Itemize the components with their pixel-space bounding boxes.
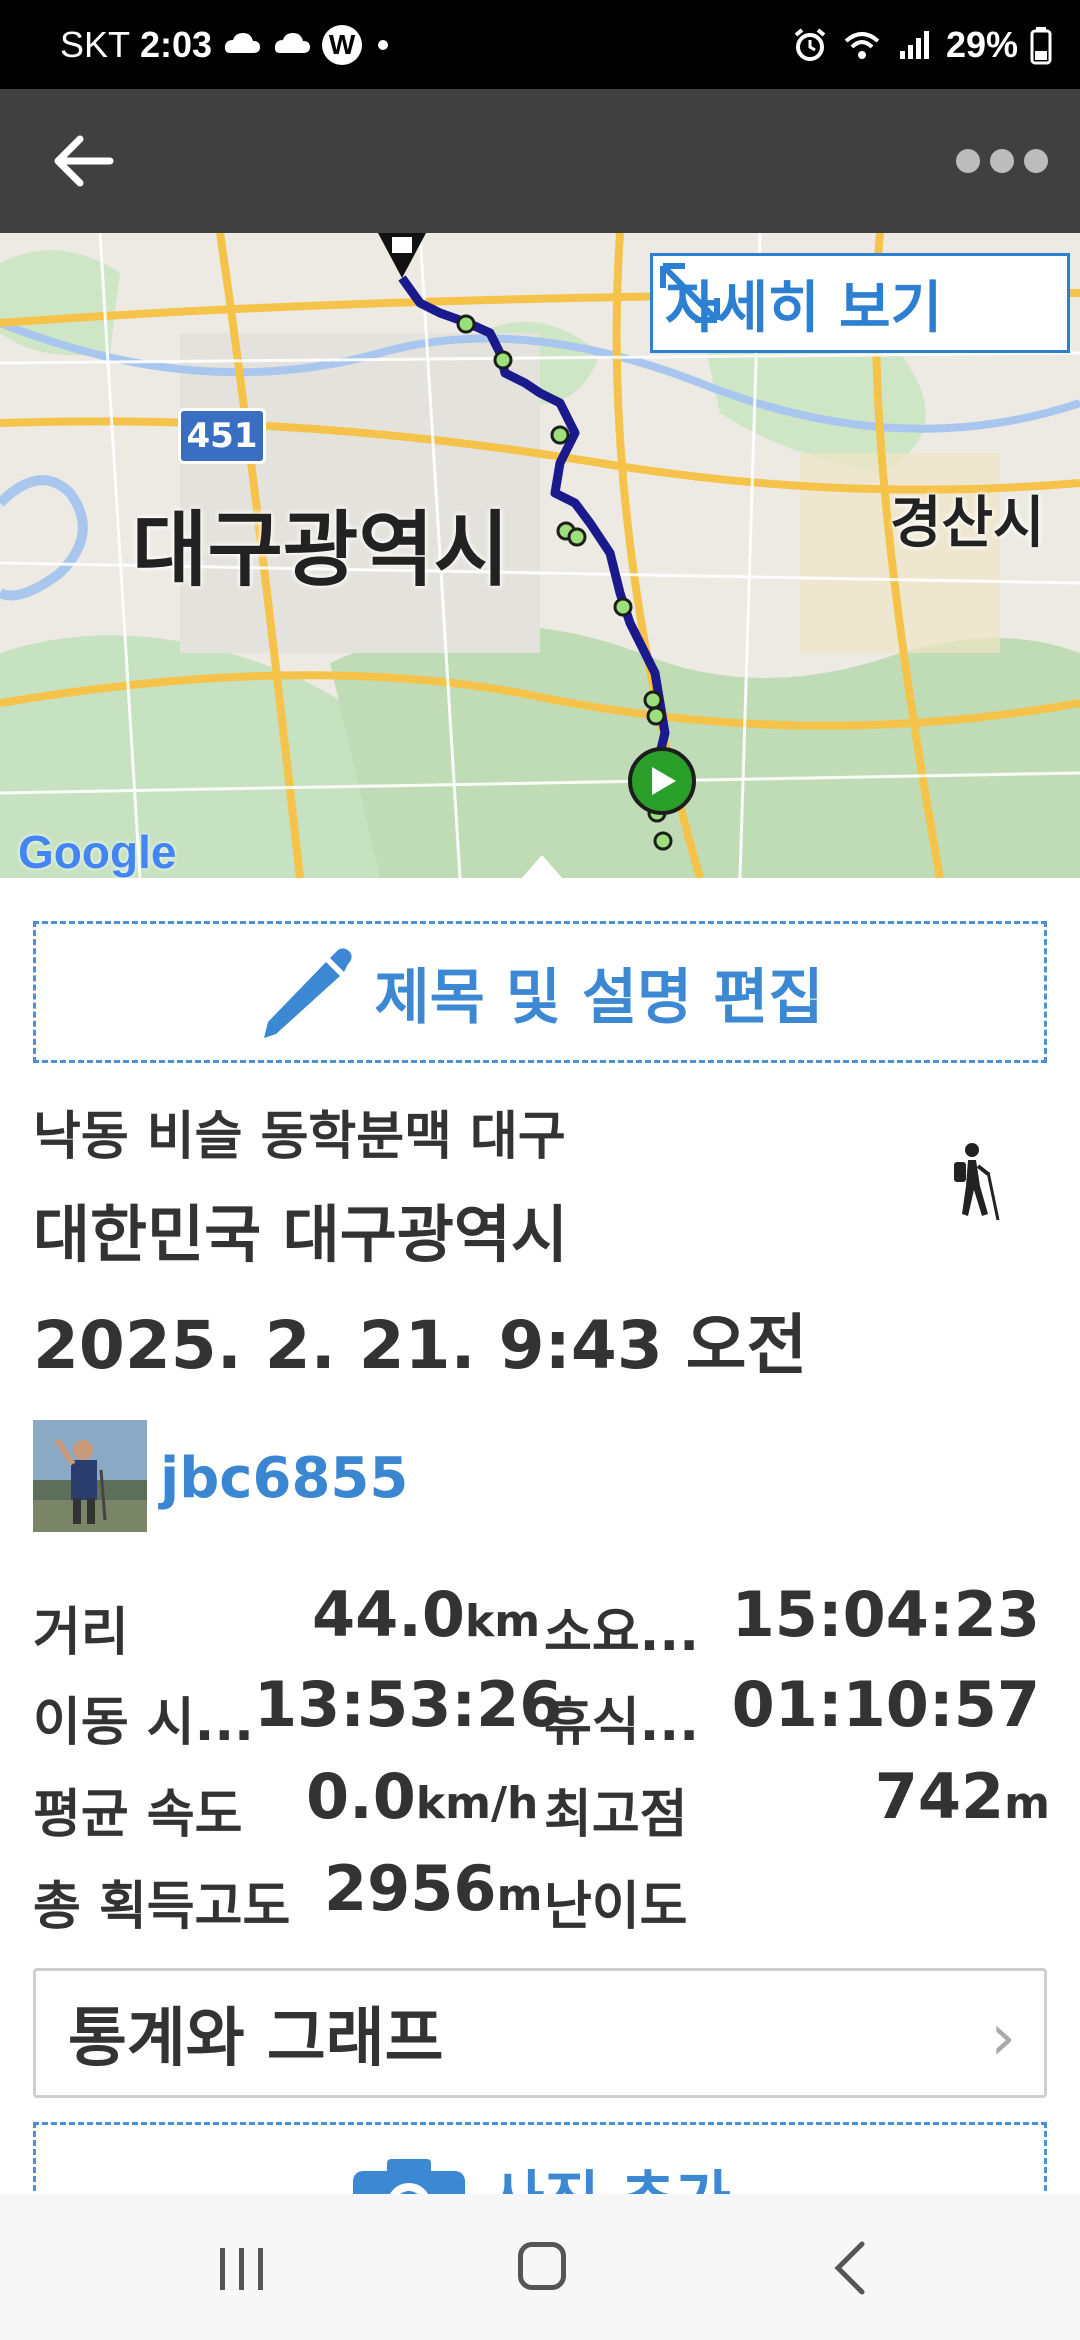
carrier-label: SKT [60,23,131,65]
stats-graphs-label: 통계와 그래프 [68,2002,444,2076]
status-bar: SKT 2:03 W 29% [0,0,1080,89]
avg-speed-value: 0.0km/h [306,1760,538,1833]
status-left: SKT 2:03 W [60,0,389,89]
notification-dot-icon [378,39,389,50]
hiking-icon [954,1143,1000,1221]
stats-graphs-button[interactable]: 통계와 그래프 › [33,1968,1047,2098]
avg-speed-number: 0.0 [306,1760,416,1833]
battery-percent: 29% [945,23,1018,65]
trail-title: 낙동 비슬 동학분맥 대구 [33,1107,566,1167]
username-link[interactable]: jbc6855 [160,1446,408,1511]
elevation-gain-value: 2956m [324,1852,542,1925]
rest-time-value: 01:10:57 [731,1668,1040,1741]
duration-value: 15:04:23 [731,1578,1040,1651]
more-options-button[interactable] [952,139,1052,183]
highway-shield: 451 [178,408,266,464]
distance-label: 거리 [33,1603,129,1663]
trail-location: 대한민국 대구광역시 [33,1198,568,1271]
home-icon[interactable] [518,2242,566,2290]
highest-point-value: 742m [875,1760,1050,1833]
highest-point-label: 최고점 [544,1785,688,1845]
elevation-gain-unit: m [496,1870,543,1921]
battery-icon [1030,26,1052,64]
dot-icon [1024,149,1048,173]
route-map[interactable]: 451 대구광역시 경산시 Google 자세히 보기 [0,233,1080,878]
highest-point-unit: m [1004,1778,1050,1829]
expand-icon [660,263,720,323]
dot-icon [990,149,1014,173]
view-detail-button[interactable]: 자세히 보기 [650,253,1070,353]
cloud-icon [224,32,261,53]
distance-number: 44.0 [312,1578,465,1651]
google-attribution: Google [18,826,177,878]
pencil-icon [264,948,353,1038]
highest-point-number: 742 [874,1760,1005,1833]
recent-apps-icon[interactable] [216,2244,268,2294]
back-arrow-icon[interactable] [44,127,124,195]
map-label-city: 경산시 [890,491,1045,556]
cloud-icon [274,32,311,53]
map-label-city: 대구광역시 [132,503,510,598]
status-right: 29% [790,0,1052,89]
wifi-icon [844,31,880,59]
trail-date: 2025. 2. 21. 9:43 오전 [33,1307,808,1384]
rest-time-label: 휴식... [544,1693,699,1753]
clock: 2:03 [140,23,213,65]
moving-time-value: 13:53:26 [254,1668,563,1741]
edit-title-label: 제목 및 설명 편집 [374,962,824,1033]
avg-speed-unit: km/h [415,1778,539,1829]
app-toolbar [0,89,1080,233]
alarm-icon [794,27,826,61]
dot-icon [956,149,980,173]
back-nav-icon[interactable] [830,2238,870,2298]
distance-unit: km [464,1596,541,1647]
avg-speed-label: 평균 속도 [33,1785,243,1845]
duration-label: 소요... [544,1603,699,1663]
distance-value: 44.0km [312,1578,540,1651]
moving-time-label: 이동 시... [33,1693,254,1753]
chevron-right-icon: › [990,2001,1016,2075]
avatar[interactable] [33,1420,147,1532]
notification-badge: W [322,24,363,65]
signal-icon [899,30,929,59]
elevation-gain-number: 2956 [324,1852,497,1925]
system-nav-bar [0,2194,1080,2340]
difficulty-label: 난이도 [544,1877,688,1937]
edit-title-button[interactable]: 제목 및 설명 편집 [33,921,1047,1063]
elevation-gain-label: 총 획득고도 [33,1877,291,1937]
